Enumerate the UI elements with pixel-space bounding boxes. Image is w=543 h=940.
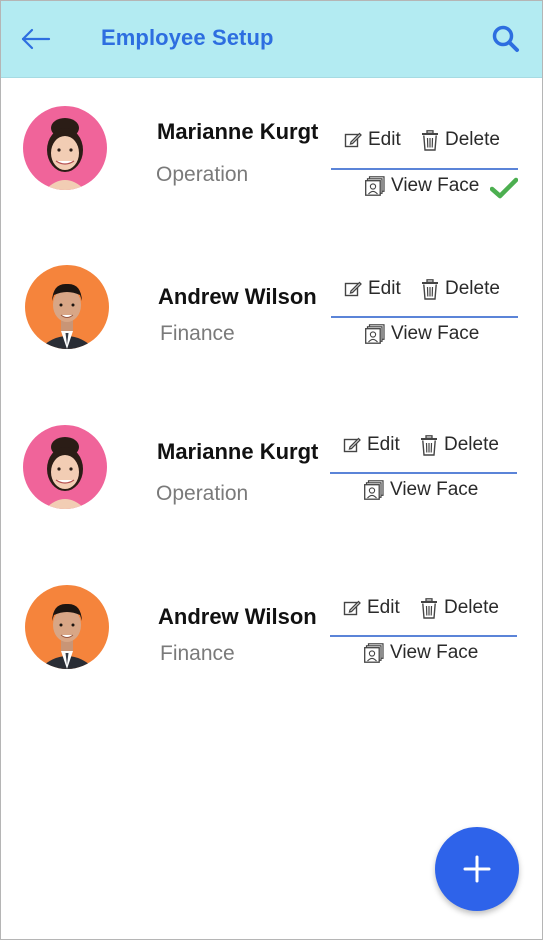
delete-label: Delete <box>445 278 500 299</box>
checkmark-icon <box>490 177 518 199</box>
employee-name: Marianne Kurgt <box>157 119 319 144</box>
plus-icon <box>463 855 491 883</box>
view-face-label: View Face <box>391 175 480 196</box>
employee-department: Finance <box>160 322 235 345</box>
edit-icon <box>344 281 362 297</box>
edit-label: Edit <box>367 434 400 455</box>
app-header: Employee Setup <box>1 1 542 78</box>
view-face-label: View Face <box>391 323 480 344</box>
row-divider <box>330 635 517 637</box>
view-face-button[interactable]: View Face <box>364 642 478 664</box>
face-photo-icon <box>364 480 384 500</box>
page-title: Employee Setup <box>101 25 274 50</box>
delete-label: Delete <box>444 434 499 455</box>
search-icon <box>492 25 519 52</box>
trash-icon <box>421 597 437 619</box>
delete-label: Delete <box>444 597 499 618</box>
row-divider <box>331 316 518 318</box>
employee-row: Andrew Wilson Finance Edit Delete View F… <box>1 251 542 371</box>
delete-label: Delete <box>445 129 500 150</box>
employee-row: Marianne Kurgt Operation Edit Delete Vie… <box>1 411 542 531</box>
edit-button[interactable]: Edit <box>344 278 401 300</box>
row-divider <box>331 168 518 170</box>
avatar <box>25 265 109 349</box>
back-button[interactable] <box>19 25 53 53</box>
row-divider <box>330 472 517 474</box>
trash-icon <box>422 278 438 300</box>
view-face-label: View Face <box>390 479 479 500</box>
trash-icon <box>422 129 438 151</box>
edit-icon <box>343 600 361 616</box>
delete-button[interactable]: Delete <box>421 278 500 300</box>
edit-button[interactable]: Edit <box>343 434 400 456</box>
edit-button[interactable]: Edit <box>344 129 401 151</box>
view-face-label: View Face <box>390 642 479 663</box>
employee-row: Andrew Wilson Finance Edit Delete View F… <box>1 571 542 691</box>
trash-icon <box>421 434 437 456</box>
delete-button[interactable]: Delete <box>420 597 499 619</box>
employee-department: Operation <box>156 482 249 505</box>
employee-row: Marianne Kurgt Operation Edit Delete Vie… <box>1 91 542 211</box>
face-photo-icon <box>365 324 385 344</box>
search-button[interactable] <box>491 24 521 54</box>
edit-label: Edit <box>368 278 401 299</box>
edit-icon <box>343 437 361 453</box>
edit-icon <box>344 132 362 148</box>
delete-button[interactable]: Delete <box>420 434 499 456</box>
edit-button[interactable]: Edit <box>343 597 400 619</box>
avatar <box>25 585 109 669</box>
avatar <box>23 425 107 509</box>
edit-label: Edit <box>368 129 401 150</box>
avatar <box>23 106 107 190</box>
view-face-button[interactable]: View Face <box>365 323 479 345</box>
delete-button[interactable]: Delete <box>421 129 500 151</box>
view-face-button[interactable]: View Face <box>365 175 479 197</box>
add-employee-button[interactable] <box>435 827 519 911</box>
employee-department: Operation <box>156 163 249 186</box>
view-face-button[interactable]: View Face <box>364 479 478 501</box>
employee-name: Andrew Wilson <box>158 284 317 309</box>
employee-department: Finance <box>160 642 235 665</box>
arrow-left-icon <box>21 28 51 50</box>
employee-name: Andrew Wilson <box>158 604 317 629</box>
employee-name: Marianne Kurgt <box>157 439 319 464</box>
app-screen: Employee Setup Marianne Kurgt Operation <box>0 0 543 940</box>
edit-label: Edit <box>367 597 400 618</box>
face-photo-icon <box>365 176 385 196</box>
face-photo-icon <box>364 643 384 663</box>
